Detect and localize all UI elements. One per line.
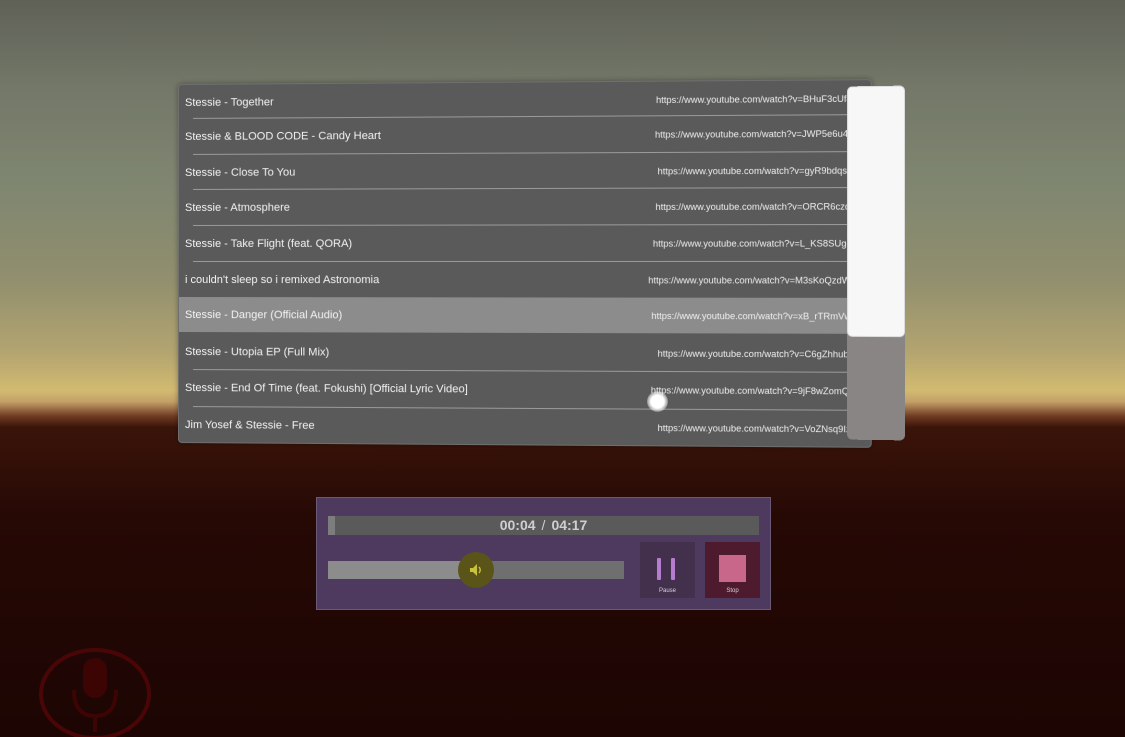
track-title: i couldn't sleep so i remixed Astronomia [184, 273, 380, 286]
track-url: https://www.youtube.com/watch?v=L_KS8SUg… [652, 237, 863, 249]
track-title: Stessie - Take Flight (feat. QORA) [184, 237, 353, 250]
progress-bar[interactable]: 00:04 / 04:17 [328, 516, 759, 535]
track-title: Stessie - Close To You [184, 166, 296, 179]
playlist-row[interactable]: i couldn't sleep so i remixed Astronomia… [179, 262, 871, 298]
playlist-row[interactable]: Stessie - End Of Time (feat. Fokushi) [O… [179, 370, 871, 409]
stop-label: Stop [726, 588, 739, 594]
playlist-panel: Stessie - Together https://www.youtube.co… [178, 79, 872, 448]
playlist-row[interactable]: Stessie - Atmosphere https://www.youtube.… [179, 188, 871, 225]
current-time: 00:04 [499, 517, 536, 533]
playlist-scrollbar[interactable] [847, 85, 905, 441]
media-player: 00:04 / 04:17 Pause Stop [316, 497, 771, 610]
stop-button[interactable]: Stop [705, 542, 760, 598]
time-display: 00:04 / 04:17 [328, 516, 759, 535]
track-url: https://www.youtube.com/watch?v=ORCR6czq… [655, 200, 863, 212]
volume-knob[interactable] [458, 552, 494, 588]
track-title: Stessie - Together [184, 95, 274, 109]
track-title: Stessie & BLOOD CODE - Candy Heart [184, 129, 381, 143]
volume-slider[interactable] [328, 552, 624, 588]
track-url: https://www.youtube.com/watch?v=VoZNsq9I… [657, 422, 863, 434]
track-url: https://www.youtube.com/watch?v=C6gZhhub… [657, 348, 863, 359]
track-title: Stessie - Atmosphere [184, 201, 290, 214]
track-title: Stessie - End Of Time (feat. Fokushi) [O… [184, 381, 468, 395]
playlist-row[interactable]: Stessie - Danger (Official Audio) https:/… [178, 297, 871, 334]
pause-bar-left [657, 558, 661, 580]
playlist-row[interactable]: Stessie & BLOOD CODE - Candy Heart https:… [179, 115, 871, 154]
track-url: https://www.youtube.com/watch?v=9jF8wZom… [650, 384, 863, 396]
pause-button[interactable]: Pause [640, 542, 695, 598]
vr-scene: Stessie - Together https://www.youtube.co… [0, 0, 1125, 737]
playlist-row[interactable]: Stessie - Close To You https://www.youtub… [179, 152, 871, 190]
track-url: https://www.youtube.com/watch?v=M3sKoQzd… [648, 274, 863, 286]
time-separator: / [541, 517, 546, 533]
track-title: Stessie - Danger (Official Audio) [184, 308, 343, 321]
track-title: Jim Yosef & Stessie - Free [184, 418, 315, 432]
playlist-row[interactable]: Stessie - Utopia EP (Full Mix) https://ww… [179, 334, 871, 372]
speaker-icon [470, 564, 481, 576]
pause-bar-right [671, 558, 675, 580]
microphone-icon[interactable] [38, 646, 152, 737]
track-url: https://www.youtube.com/watch?v=JWP5e6u4… [655, 127, 863, 140]
playlist-row[interactable]: Stessie - Take Flight (feat. QORA) https:… [179, 225, 871, 261]
track-url: https://www.youtube.com/watch?v=BHuF3cUf… [656, 93, 863, 105]
scrollbar-thumb[interactable] [847, 85, 905, 338]
volume-fill [328, 561, 476, 579]
track-url: https://www.youtube.com/watch?v=gyR9bdqs… [657, 164, 863, 176]
stop-icon [719, 555, 746, 582]
total-time: 04:17 [551, 517, 588, 533]
track-url: https://www.youtube.com/watch?v=xB_rTRmV… [651, 310, 863, 321]
playlist-row[interactable]: Jim Yosef & Stessie - Free https://www.yo… [179, 407, 871, 447]
pause-label: Pause [658, 588, 676, 594]
pointer-cursor [647, 391, 668, 412]
track-title: Stessie - Utopia EP (Full Mix) [184, 345, 330, 359]
